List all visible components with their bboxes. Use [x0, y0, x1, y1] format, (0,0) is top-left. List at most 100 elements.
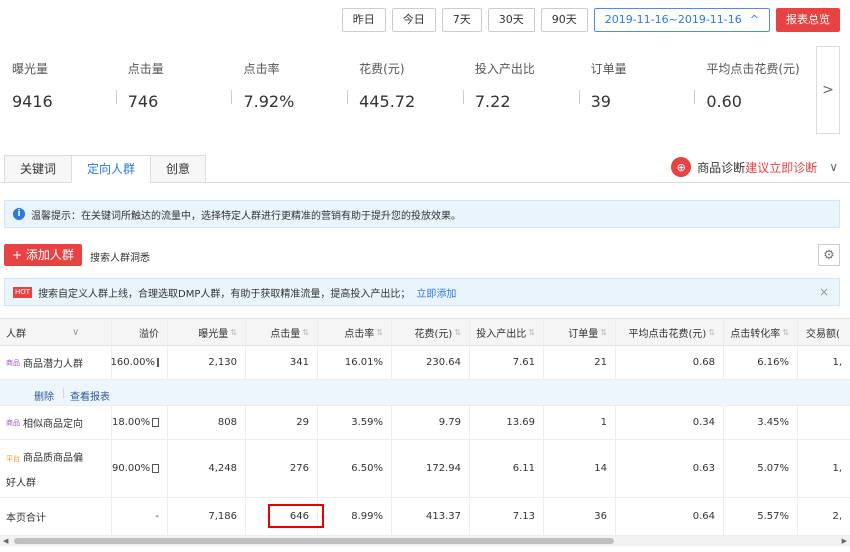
tab-creative[interactable]: 创意 [150, 155, 206, 183]
crowd-name: 商品质商品偏 [23, 452, 83, 464]
premium-value: 18.00% [112, 417, 151, 428]
header-cell[interactable]: 花费(元) ⇅ [392, 319, 470, 345]
horizontal-scrollbar[interactable]: ◀ ▶ [0, 536, 850, 546]
cpc-cell: 0.34 [616, 406, 724, 439]
premium-cell: 18.00% [112, 406, 168, 439]
impressions-cell: 4,248 [168, 440, 246, 497]
chevron-up-icon: ^ [749, 13, 759, 26]
metric-value: 7.22 [474, 92, 511, 111]
delete-link[interactable]: 删除 [34, 388, 54, 403]
orders-cell: 36 [544, 498, 616, 535]
product-diagnosis[interactable]: ⊕ 商品诊断 建议立即诊断 ∨ [671, 157, 838, 177]
diagnosis-label: 商品诊断 [697, 160, 746, 175]
metric-cost: 花费(元) 445.72 [347, 48, 463, 134]
roi-cell: 7.61 [470, 346, 544, 379]
view-report-link[interactable]: 查看报表 [70, 388, 110, 403]
metric-label: 点击率 [243, 62, 280, 76]
90-days-button[interactable]: 90天 [540, 8, 588, 32]
sort-icon[interactable]: ⇅ [454, 328, 461, 337]
date-range-text: 2019-11-16~2019-11-16 [604, 13, 742, 26]
sort-icon[interactable]: ⇅ [708, 328, 715, 337]
header-cell[interactable]: 点击转化率 ⇅ [724, 319, 798, 345]
premium-cell: - [112, 498, 168, 535]
today-button[interactable]: 今日 [391, 8, 436, 32]
gear-icon[interactable]: ⚙ [818, 244, 840, 266]
cpc-cell: 0.64 [616, 498, 724, 535]
impressions-cell: 808 [168, 406, 246, 439]
table-row: 商品 相似商品定向 18.00% 808 29 3.59% 9.79 13.69 … [0, 406, 850, 440]
header-label: 交易额( [806, 328, 840, 340]
date-toolbar: 昨日 今日 7天 30天 90天 2019-11-16~2019-11-16 ^… [341, 8, 840, 32]
header-cell[interactable]: 订单量 ⇅ [544, 319, 616, 345]
metric-orders: 订单量 39 [578, 48, 695, 134]
add-now-link[interactable]: 立即添加 [416, 285, 456, 300]
scroll-left-icon[interactable]: ◀ [3, 536, 8, 546]
premium-cell: 160.00% [110, 346, 168, 379]
header-cell: 交易额( [798, 319, 850, 345]
cost-cell: 172.94 [392, 440, 470, 497]
orders-cell: 1 [544, 406, 616, 439]
sort-icon[interactable]: ⇅ [376, 328, 383, 337]
add-crowd-button[interactable]: + 添加人群 [4, 244, 82, 266]
chevron-down-icon[interactable]: ∨ [72, 327, 79, 338]
report-overview-button[interactable]: 报表总览 [776, 8, 840, 32]
header-label: 投入产出比 [476, 328, 527, 340]
premium-value: 160.00% [110, 357, 156, 368]
sort-icon[interactable]: ⇅ [782, 328, 789, 337]
edit-icon[interactable] [152, 464, 159, 473]
metric-divider [231, 90, 233, 104]
sort-icon[interactable]: ⇅ [600, 328, 607, 337]
metric-label: 曝光量 [12, 62, 49, 76]
header-label: 平均点击花费(元) [628, 328, 707, 340]
header-cell[interactable]: 点击率 ⇅ [318, 319, 392, 345]
total-row: 本页合计 - 7,186 646 8.99% 413.37 7.13 36 0.… [0, 498, 850, 536]
date-range-picker[interactable]: 2019-11-16~2019-11-16 ^ [593, 8, 770, 32]
30-days-button[interactable]: 30天 [487, 8, 535, 32]
cpc-cell: 0.68 [616, 346, 724, 379]
metric-value: 39 [590, 92, 611, 111]
header-cell[interactable]: 平均点击花费(元) ⇅ [616, 319, 724, 345]
cvr-cell: 5.57% [724, 498, 798, 535]
metric-value: 9416 [12, 92, 53, 111]
cost-cell: 9.79 [392, 406, 470, 439]
edit-icon[interactable] [152, 418, 159, 427]
metric-value: 746 [127, 92, 159, 111]
gmv-cell: 2, [832, 511, 842, 522]
close-icon[interactable]: × [819, 285, 829, 299]
scroll-right-icon[interactable]: ▶ [842, 536, 847, 546]
edit-icon[interactable] [157, 358, 159, 367]
row-actions: 删除 | 查看报表 [0, 380, 850, 406]
chevron-down-icon[interactable]: ∨ [829, 160, 838, 174]
gmv-cell: 1, [832, 357, 842, 368]
roi-cell: 13.69 [470, 406, 544, 439]
sort-icon[interactable]: ⇅ [302, 328, 309, 337]
header-cell[interactable]: 人群 ∨ [0, 319, 112, 345]
crowd-tag: 商品 [6, 358, 20, 367]
total-label: 本页合计 [0, 498, 112, 535]
chevron-right-icon[interactable]: > [816, 46, 840, 134]
tab-keywords[interactable]: 关键词 [4, 155, 72, 183]
tab-targeted-crowd[interactable]: 定向人群 [71, 155, 151, 183]
crowd-tag: 商品 [6, 418, 20, 427]
metric-impressions: 曝光量 9416 [0, 48, 116, 134]
impressions-cell: 7,186 [168, 498, 246, 535]
yesterday-button[interactable]: 昨日 [341, 8, 386, 32]
gmv-cell: 1, [832, 463, 842, 474]
tip-banner: i 温馨提示：在关键词所触达的流量中，选择特定人群进行更精准的营销有助于提升您的… [4, 200, 840, 228]
header-cell[interactable]: 曝光量 ⇅ [168, 319, 246, 345]
sort-icon[interactable]: ⇅ [528, 328, 535, 337]
sort-icon[interactable]: ⇅ [230, 328, 237, 337]
cvr-cell: 6.16% [724, 346, 798, 379]
diagnosis-link[interactable]: 建议立即诊断 [745, 159, 817, 176]
crowd-cell: 平台 商品质商品偏 好人群 [0, 440, 112, 497]
header-label: 溢价 [139, 328, 159, 340]
header-cell[interactable]: 投入产出比 ⇅ [470, 319, 544, 345]
search-insight-link[interactable]: 搜索人群洞悉 [90, 249, 150, 264]
7-days-button[interactable]: 7天 [441, 8, 482, 32]
crowd-name: 相似商品定向 [23, 419, 83, 430]
scroll-thumb[interactable] [14, 538, 614, 544]
header-cell[interactable]: 点击量 ⇅ [246, 319, 318, 345]
header-cell: 溢价 [112, 319, 168, 345]
roi-cell: 6.11 [470, 440, 544, 497]
metric-label: 点击量 [127, 62, 164, 76]
